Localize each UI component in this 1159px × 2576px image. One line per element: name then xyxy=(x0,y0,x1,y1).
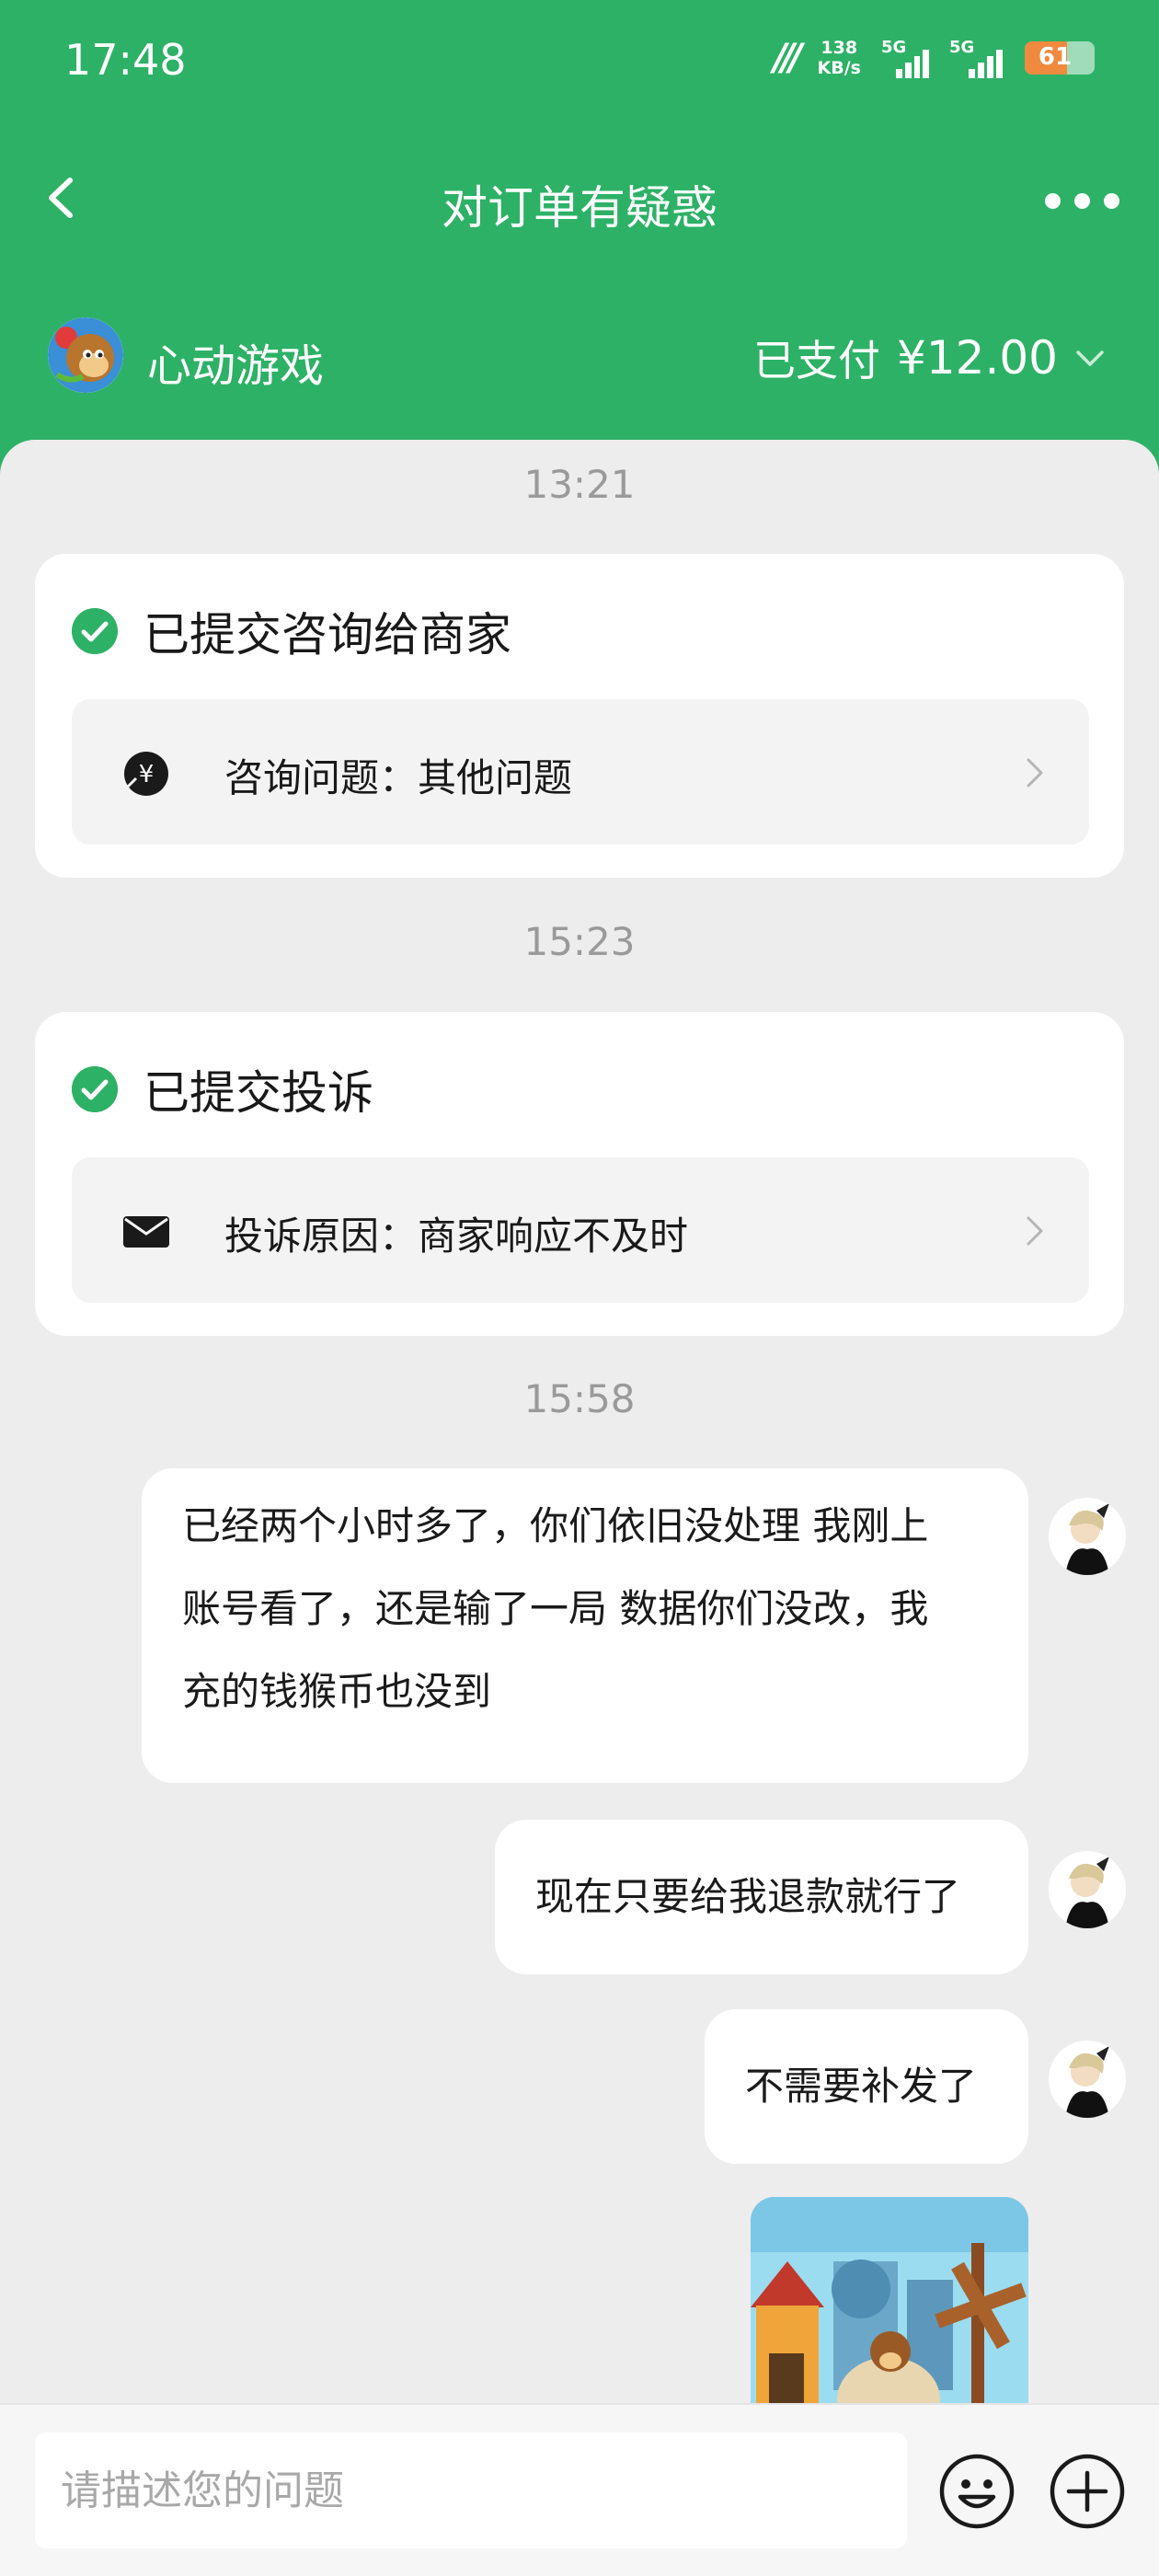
more-dots-icon[interactable] xyxy=(1041,173,1124,228)
envelope-icon xyxy=(123,1216,169,1248)
chat-message[interactable]: 现在只要给我退款就行了 xyxy=(495,1820,1028,1974)
paid-amount: ¥12.00 xyxy=(897,331,1058,385)
check-circle-icon xyxy=(72,608,118,654)
chat-content[interactable]: 13:21 已提交咨询给商家 ¥ 咨询问题：其他问题 15:23 已提交投诉 投… xyxy=(0,440,1159,2576)
network-logo-icon: /// xyxy=(773,37,803,79)
consult-question-text: 咨询问题：其他问题 xyxy=(224,755,573,800)
merchant-bar[interactable]: 心动游戏 已支付 ¥12.00 xyxy=(0,304,1159,405)
message-line: 现在只要给我退款就行了 xyxy=(535,1874,961,1919)
network-speed-unit: KB/s xyxy=(817,58,861,78)
chevron-down-icon xyxy=(1076,351,1104,366)
message-line: 不需要补发了 xyxy=(745,2064,978,2109)
message-input[interactable] xyxy=(35,2432,907,2548)
chat-message[interactable]: 已经两个小时多了，你们依旧没处理 我刚上 账号看了，还是输了一局 数据你们没改，… xyxy=(142,1468,1028,1783)
emoji-icon[interactable] xyxy=(938,2453,1016,2530)
consult-card: 已提交咨询给商家 ¥ 咨询问题：其他问题 xyxy=(35,554,1124,878)
merchant-name: 心动游戏 xyxy=(147,340,325,392)
consult-question-row[interactable]: ¥ 咨询问题：其他问题 xyxy=(72,699,1089,845)
timestamp: 15:23 xyxy=(523,919,636,964)
card-title: 已提交咨询给商家 xyxy=(143,608,511,661)
avatar[interactable] xyxy=(1049,1851,1126,1928)
status-bar: 17:48 /// 138 KB/s 5G 5G 61 xyxy=(0,0,1159,129)
chevron-right-icon xyxy=(1027,758,1043,788)
complaint-reason-row[interactable]: 投诉原因：商家响应不及时 xyxy=(72,1157,1089,1303)
message-line: 充的钱猴币也没到 xyxy=(182,1669,492,1714)
sim2-network-type: 5G xyxy=(949,38,975,57)
avatar[interactable] xyxy=(1049,1498,1126,1575)
signal-icon-sim1: 5G xyxy=(881,38,930,78)
network-speed: 138 KB/s xyxy=(818,38,861,78)
complaint-reason-text: 投诉原因：商家响应不及时 xyxy=(224,1213,689,1259)
card-header: 已提交咨询给商家 xyxy=(72,598,511,664)
page-title: 对订单有疑惑 xyxy=(442,181,717,235)
message-line: 账号看了，还是输了一局 数据你们没改，我 xyxy=(182,1586,929,1631)
input-bar xyxy=(0,2403,1159,2576)
paid-label: 已支付 xyxy=(753,336,881,385)
chat-message[interactable]: 不需要补发了 xyxy=(705,2009,1028,2164)
complaint-card: 已提交投诉 投诉原因：商家响应不及时 xyxy=(35,1012,1124,1336)
svg-text:¥: ¥ xyxy=(139,761,155,788)
chevron-right-icon xyxy=(1027,1216,1043,1246)
sim1-network-type: 5G xyxy=(881,38,907,57)
payment-summary[interactable]: 已支付 ¥12.00 xyxy=(753,328,1106,388)
check-circle-icon xyxy=(72,1066,118,1112)
card-header: 已提交投诉 xyxy=(72,1056,373,1122)
battery-icon: 61 xyxy=(1025,41,1095,75)
card-title: 已提交投诉 xyxy=(143,1066,373,1120)
nav-bar: 对订单有疑惑 xyxy=(0,147,1159,248)
avatar[interactable] xyxy=(1049,2041,1126,2118)
message-line: 已经两个小时多了，你们依旧没处理 我刚上 xyxy=(182,1503,929,1548)
network-speed-value: 138 xyxy=(820,38,858,58)
battery-level: 61 xyxy=(1038,43,1073,71)
timestamp: 15:58 xyxy=(523,1376,636,1421)
timestamp: 13:21 xyxy=(523,462,636,507)
plus-circle-icon[interactable] xyxy=(1049,2453,1126,2530)
yen-coin-icon: ¥ xyxy=(124,752,168,796)
signal-icon-sim2: 5G xyxy=(949,38,1004,78)
status-time: 17:48 xyxy=(64,35,187,85)
status-icons: /// 138 KB/s 5G 5G 61 xyxy=(774,37,1095,79)
merchant-avatar xyxy=(48,317,123,393)
